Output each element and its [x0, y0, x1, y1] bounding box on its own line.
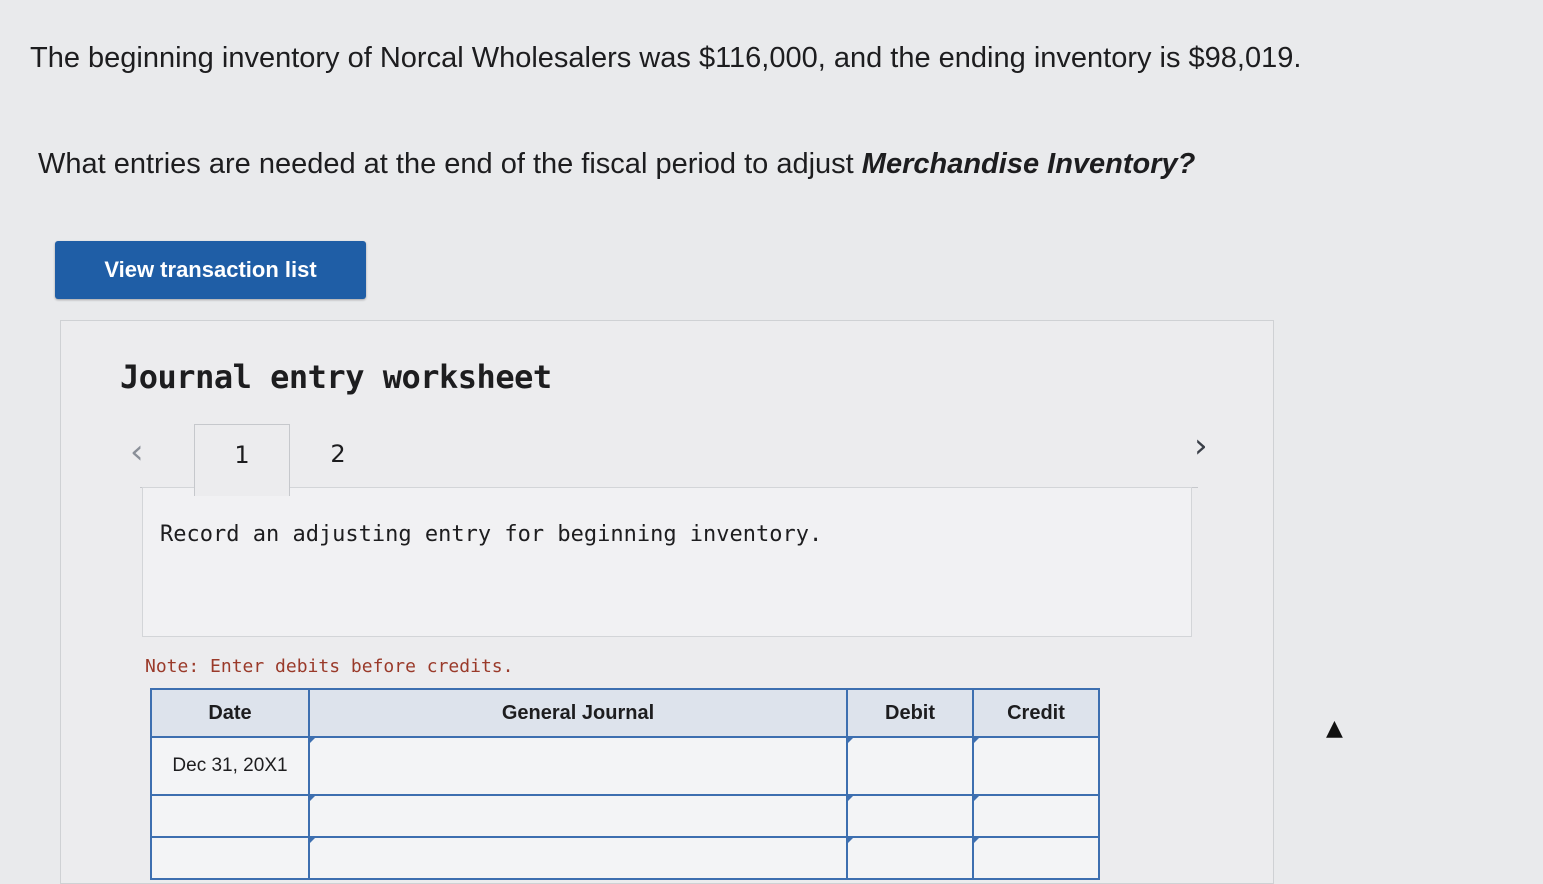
date-cell[interactable]	[150, 836, 310, 880]
dropdown-marker-icon	[847, 796, 853, 802]
tab-1[interactable]: 1	[194, 424, 290, 496]
account-cell[interactable]	[308, 794, 848, 838]
worksheet-title: Journal entry worksheet	[120, 358, 552, 396]
account-cell[interactable]	[308, 836, 848, 880]
date-cell[interactable]: Dec 31, 20X1	[150, 736, 310, 796]
journal-table: Date General Journal Debit Credit Dec 31…	[150, 688, 1100, 880]
credit-cell[interactable]	[972, 836, 1100, 880]
general-journal-header: General Journal	[308, 688, 848, 738]
dropdown-marker-icon	[309, 796, 315, 802]
table-row	[150, 794, 1100, 838]
dropdown-marker-icon	[309, 738, 315, 744]
table-row	[150, 836, 1100, 880]
debit-cell[interactable]	[846, 794, 974, 838]
prompt-box	[142, 487, 1192, 637]
question-line-2: What entries are needed at the end of th…	[38, 148, 1195, 181]
debit-header: Debit	[846, 688, 974, 738]
view-transaction-list-button[interactable]: View transaction list	[55, 241, 366, 299]
entry-note: Note: Enter debits before credits.	[145, 656, 514, 677]
dropdown-marker-icon	[309, 838, 315, 844]
dropdown-marker-icon	[973, 796, 979, 802]
dropdown-marker-icon	[847, 738, 853, 744]
question-line-2-prefix: What entries are needed at the end of th…	[38, 148, 862, 180]
entry-prompt: Record an adjusting entry for beginning …	[160, 522, 823, 547]
dropdown-marker-icon	[847, 838, 853, 844]
dropdown-marker-icon	[973, 738, 979, 744]
question-emphasis: Merchandise Inventory?	[861, 148, 1196, 180]
question-line-1: The beginning inventory of Norcal Wholes…	[30, 42, 1302, 74]
debit-cell[interactable]	[846, 836, 974, 880]
table-row: Dec 31, 20X1	[150, 736, 1100, 796]
date-header: Date	[150, 688, 310, 738]
credit-cell[interactable]	[972, 794, 1100, 838]
next-arrow-icon[interactable]: ›	[1194, 426, 1208, 466]
dropdown-marker-icon	[973, 838, 979, 844]
tab-2[interactable]: 2	[290, 424, 386, 496]
credit-header: Credit	[972, 688, 1100, 738]
previous-arrow-icon[interactable]: ‹	[130, 432, 144, 472]
date-cell[interactable]	[150, 794, 310, 838]
debit-cell[interactable]	[846, 736, 974, 796]
mouse-pointer-icon: ▲	[1326, 716, 1343, 741]
credit-cell[interactable]	[972, 736, 1100, 796]
account-cell[interactable]	[308, 736, 848, 796]
